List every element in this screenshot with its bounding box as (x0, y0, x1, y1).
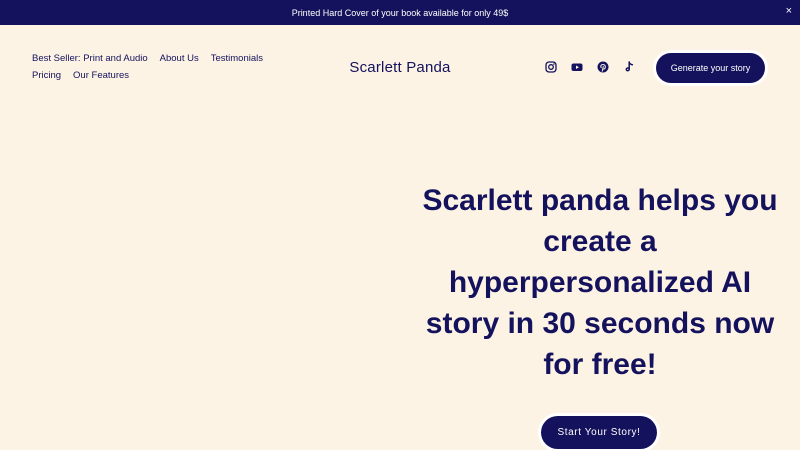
start-story-button[interactable]: Start Your Story! (541, 416, 657, 449)
tiktok-icon[interactable] (622, 60, 635, 73)
nav-link-our-features[interactable]: Our Features (73, 70, 129, 81)
hero-headline: Scarlett panda helps you create a hyperp… (422, 184, 778, 381)
social-links (544, 60, 635, 73)
nav-link-about-us[interactable]: About Us (160, 53, 199, 64)
nav-link-testimonials[interactable]: Testimonials (211, 53, 263, 64)
brand-logo[interactable]: Scarlett Panda (349, 59, 450, 76)
pinterest-icon[interactable] (596, 60, 609, 73)
close-icon[interactable]: × (786, 5, 792, 17)
announcement-bar: Printed Hard Cover of your book availabl… (0, 0, 800, 25)
main-nav: Best Seller: Print and Audio About Us Te… (32, 53, 272, 87)
announcement-text: Printed Hard Cover of your book availabl… (291, 7, 509, 18)
nav-link-pricing[interactable]: Pricing (32, 70, 61, 81)
generate-story-button[interactable]: Generate your story (656, 53, 765, 83)
instagram-icon[interactable] (544, 60, 557, 73)
nav-link-best-seller[interactable]: Best Seller: Print and Audio (32, 53, 148, 64)
youtube-icon[interactable] (570, 60, 583, 73)
